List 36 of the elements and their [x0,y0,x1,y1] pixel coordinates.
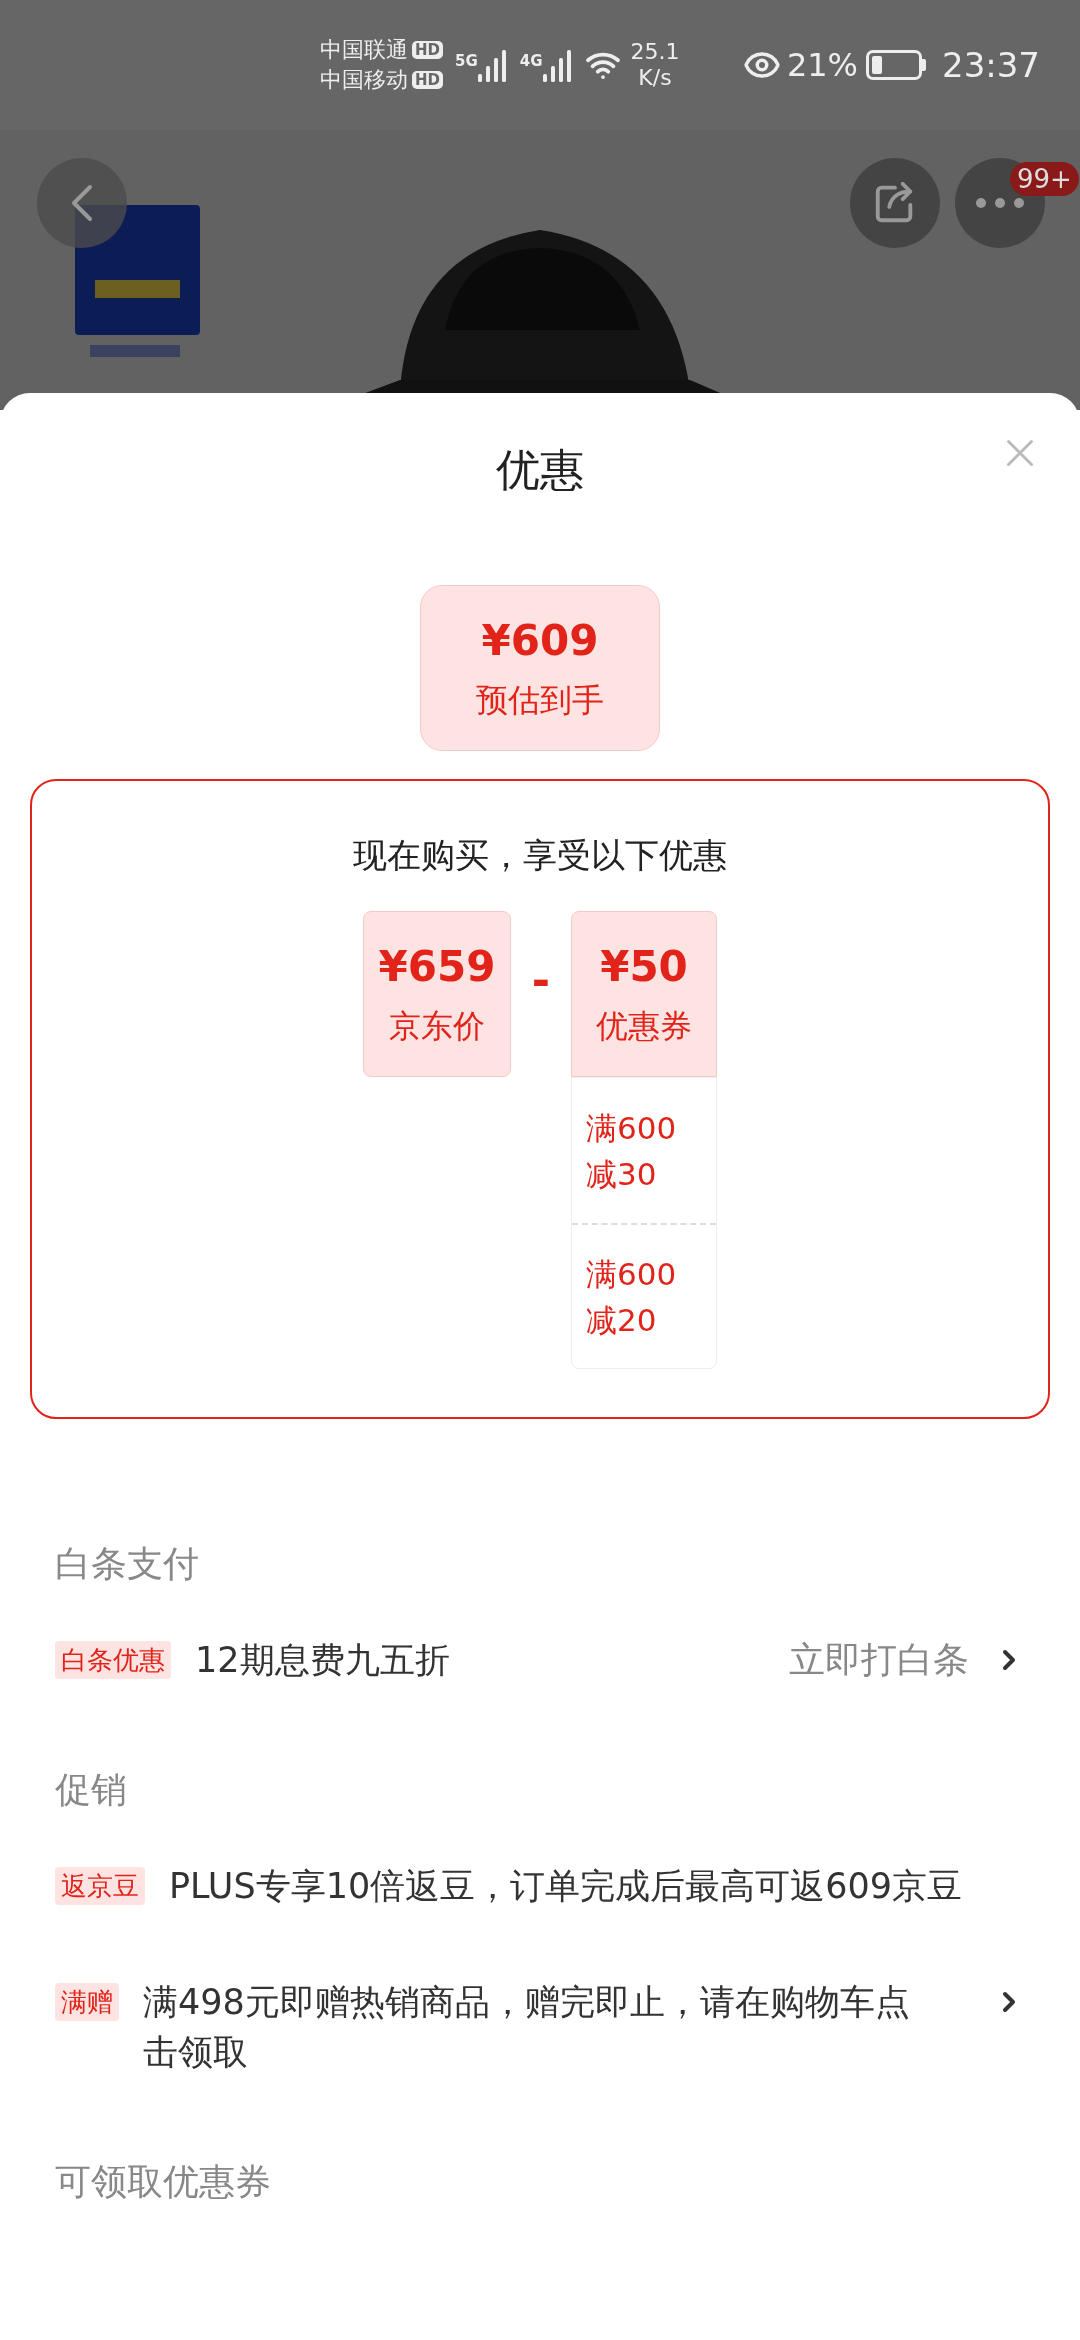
breakdown-heading: 现在购买，享受以下优惠 [353,834,727,877]
network-type: 4G [519,51,543,72]
minus-sign: - [530,954,552,1008]
price-label: 预估到手 [476,680,604,721]
promo-text: PLUS专享10倍返豆，订单完成后最高可返609京豆 [169,1865,964,1908]
battery-percent: 21% [786,45,858,86]
notification-badge: 99+ [1010,162,1079,196]
hd-badge: HD [412,71,443,89]
promo-tag: 返京豆 [55,1867,145,1905]
battery-icon [866,50,926,80]
price: ¥659 [378,941,496,993]
speed-unit: K/s [638,65,672,91]
hd-badge: HD [412,41,443,59]
promo-tag: 满赠 [55,1983,119,2021]
clock: 23:37 [942,43,1040,87]
section-title: 白条支付 [55,1542,200,1586]
sheet-title: 优惠 [496,443,584,497]
promo-tag: 白条优惠 [55,1641,171,1679]
coupon-rule: 满600减20 [586,1254,678,1340]
carrier-name: 中国移动 [320,67,408,93]
action-link[interactable]: 立即打白条 [789,1635,969,1685]
price: ¥609 [481,615,599,667]
price: ¥50 [600,941,688,993]
carrier-name: 中国联通 [320,37,408,63]
promo-text: 满498元即赠热销商品，赠完即止，请在购物车点击领取 [143,1981,911,2074]
more-icon [975,197,1025,209]
promo-text: 12期息费九五折 [195,1639,451,1682]
signal-icon [477,48,508,82]
network-speed: 25.1 [630,39,680,65]
price-label: 京东价 [389,1006,485,1047]
signal-icon [542,48,573,82]
section-title: 促销 [55,1768,128,1812]
section-title: 可领取优惠券 [55,2160,272,2204]
coupon-rule: 满600减30 [586,1108,678,1194]
price-label: 优惠券 [596,1006,692,1047]
network-type: 5G [455,51,478,72]
